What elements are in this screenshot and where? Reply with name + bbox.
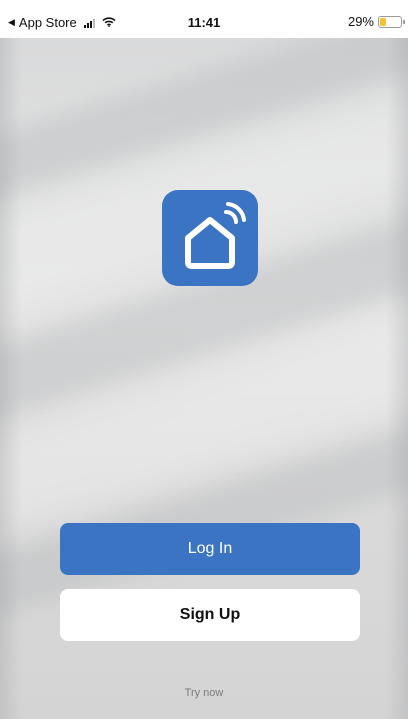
battery-percentage: 29%	[347, 14, 374, 29]
battery-status: 29%	[347, 14, 405, 29]
battery-level-fill	[380, 17, 387, 26]
background-edge-shadow	[386, 0, 408, 719]
try-now-link[interactable]: Try now	[0, 687, 408, 699]
signup-button[interactable]: Sign Up	[60, 589, 360, 641]
status-bar: ◀ App Store 11:41 29%	[0, 0, 408, 38]
login-button[interactable]: Log In	[60, 523, 360, 575]
battery-nub	[403, 19, 405, 24]
clock: 11:41	[187, 15, 221, 30]
background-edge-shadow	[0, 0, 22, 719]
app-screen: ◀ App Store 11:41 29% Log In Sign Up Try…	[0, 0, 408, 719]
battery-icon	[378, 15, 405, 28]
smart-home-wifi-icon	[162, 190, 258, 286]
